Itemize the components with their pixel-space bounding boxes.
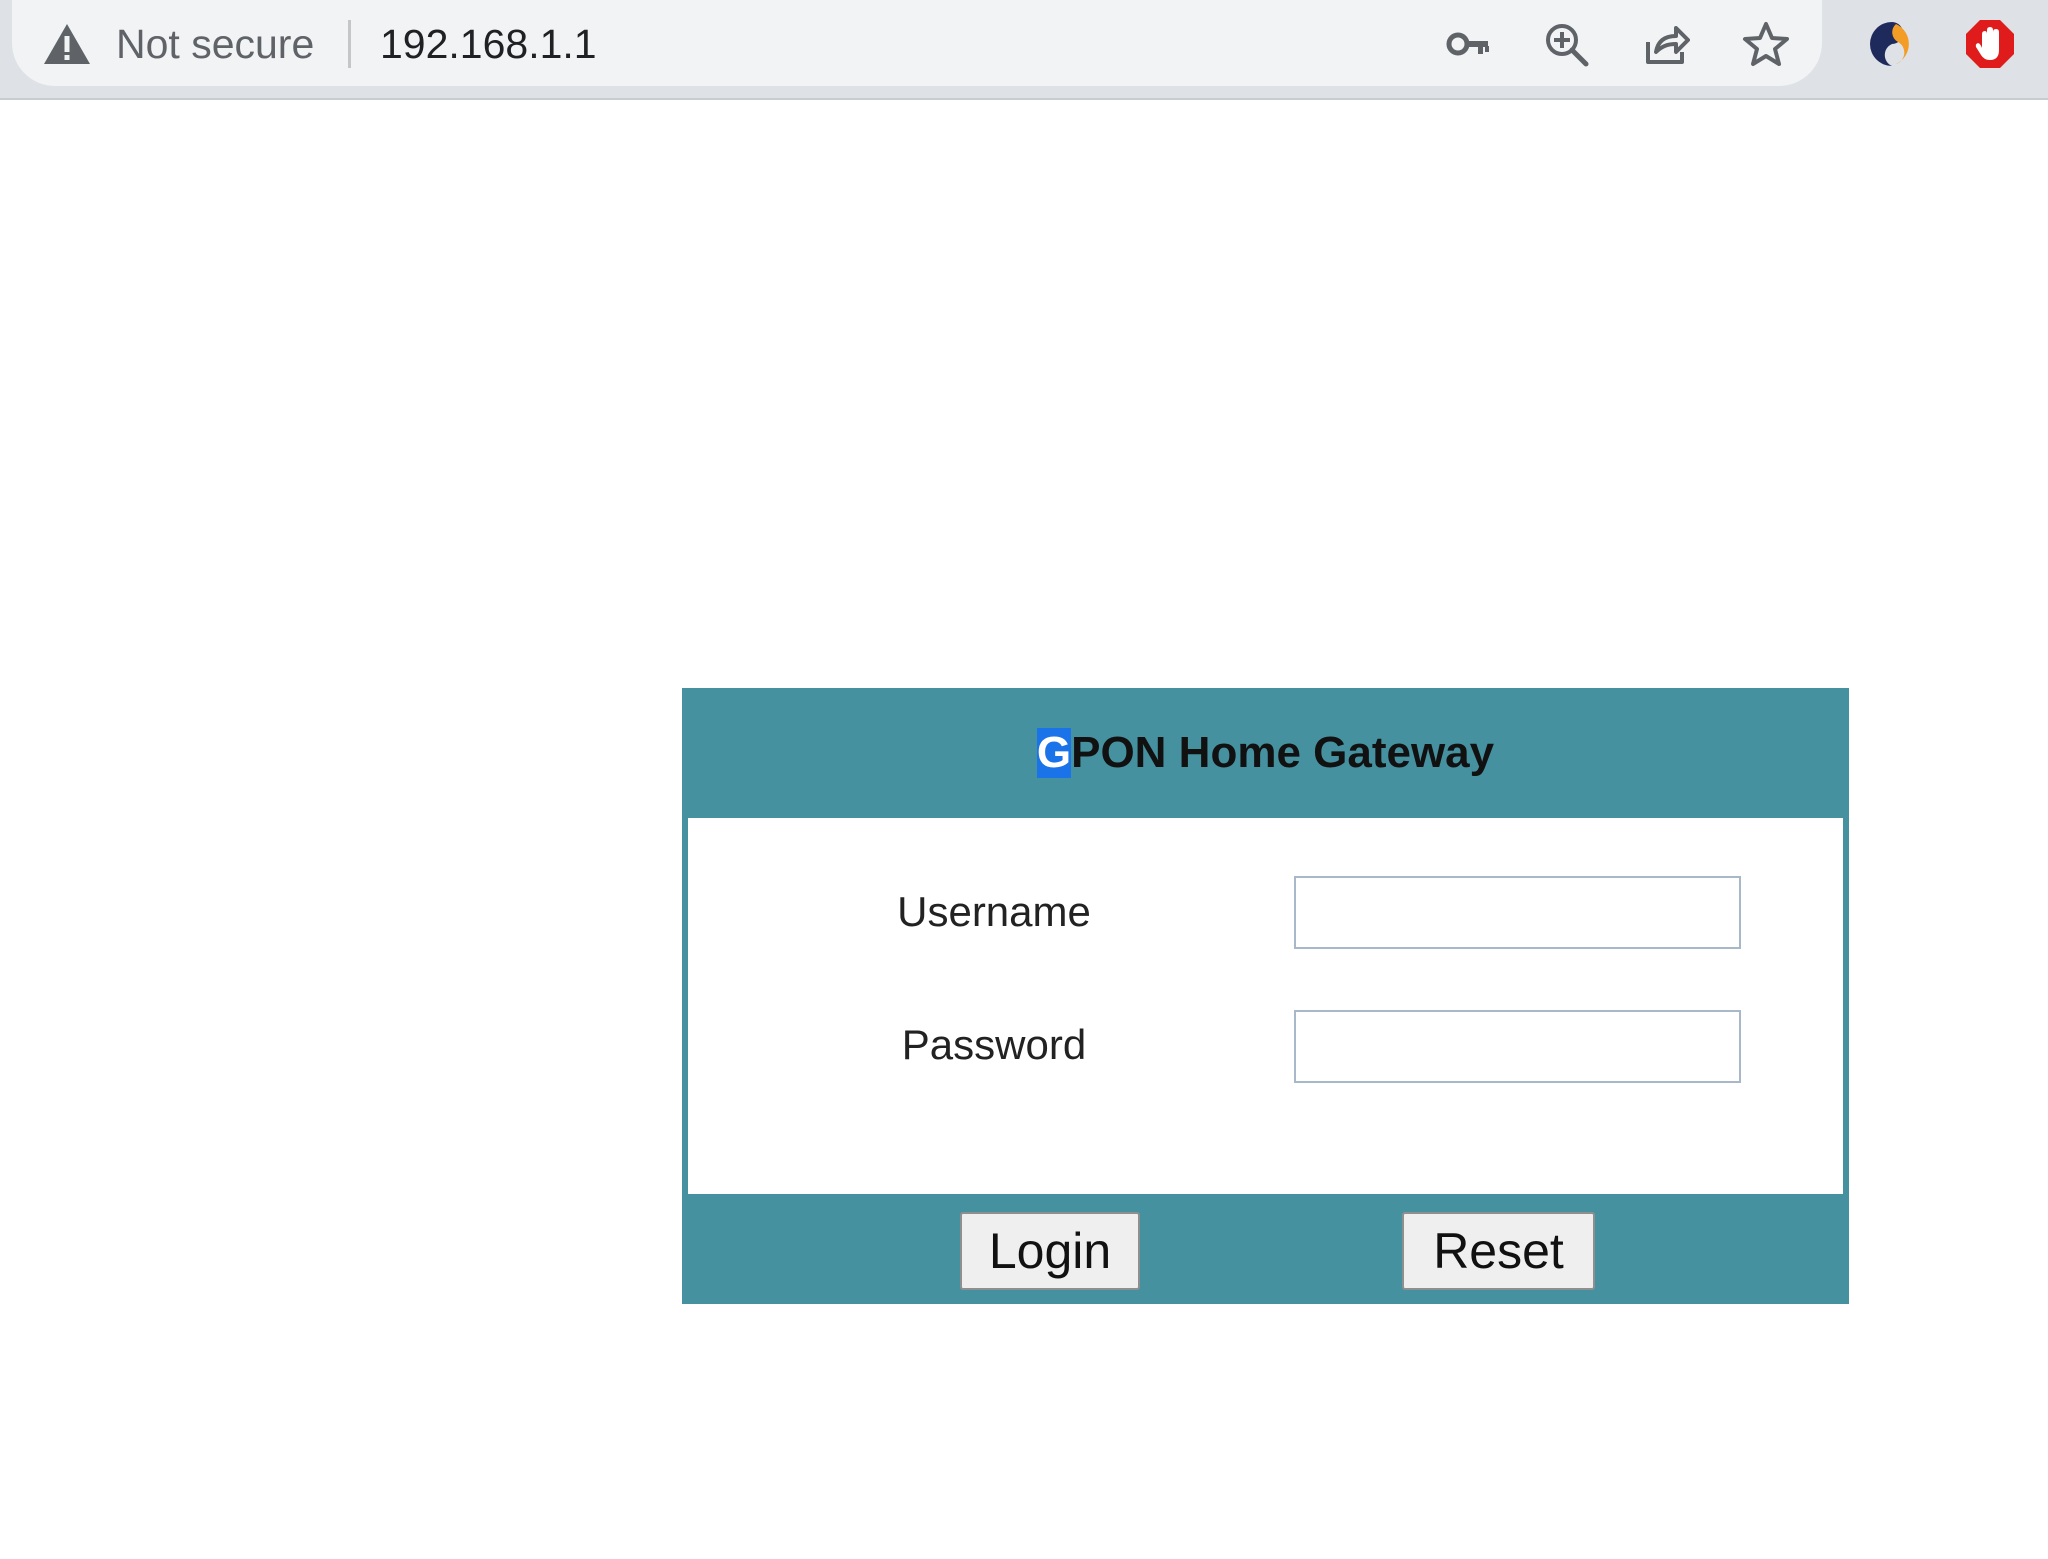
title-selected-char: G [1036, 728, 1072, 778]
star-icon[interactable] [1742, 20, 1790, 68]
zoom-in-icon[interactable] [1542, 20, 1590, 68]
reset-button[interactable]: Reset [1402, 1212, 1595, 1290]
username-label: Username [897, 888, 1091, 935]
key-icon[interactable] [1444, 20, 1492, 68]
warning-triangle-icon[interactable] [42, 22, 92, 66]
security-status-label[interactable]: Not secure [116, 20, 314, 68]
password-label: Password [901, 1021, 1087, 1068]
url-text[interactable]: 192.168.1.1 [380, 20, 597, 68]
login-panel: G PON Home Gateway Username Password Logi… [682, 688, 1849, 1304]
extension-icon[interactable] [1866, 18, 1918, 70]
login-form: Username Password [688, 818, 1843, 1194]
login-title: G PON Home Gateway [682, 688, 1849, 818]
share-icon[interactable] [1642, 20, 1690, 68]
browser-toolbar: Not secure 192.168.1.1 [0, 0, 2048, 100]
adblock-icon[interactable] [1964, 18, 2016, 70]
username-input[interactable] [1294, 876, 1741, 949]
address-bar[interactable]: Not secure 192.168.1.1 [12, 0, 1822, 86]
address-divider [348, 20, 351, 68]
login-button[interactable]: Login [960, 1212, 1140, 1290]
title-text: PON Home Gateway [1071, 728, 1495, 777]
password-input[interactable] [1294, 1010, 1741, 1083]
